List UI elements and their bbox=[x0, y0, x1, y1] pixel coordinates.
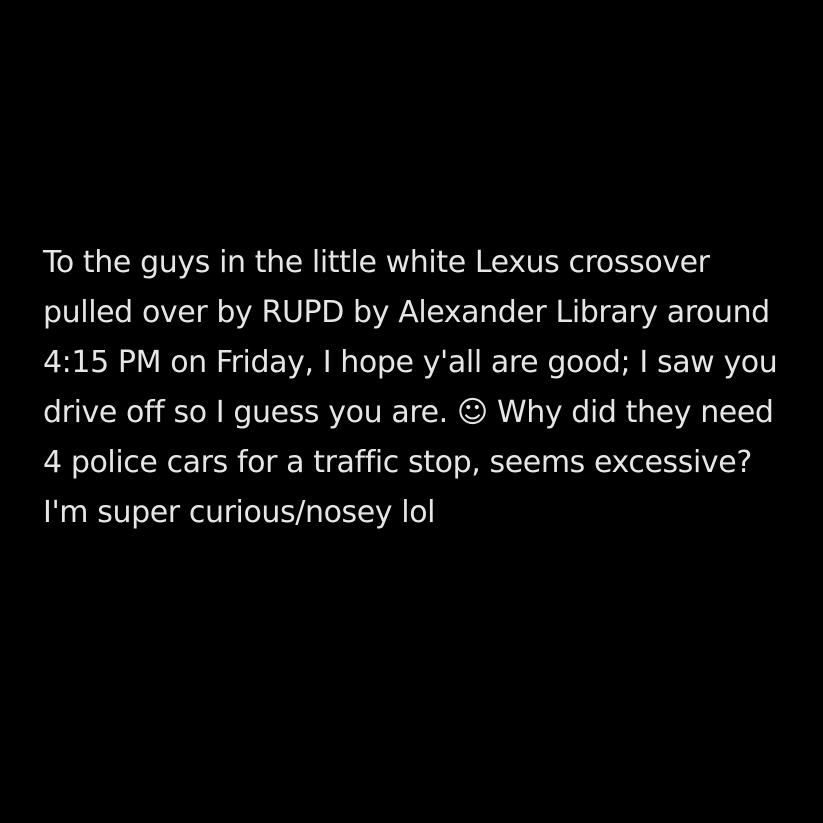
post-canvas: To the guys in the little white Lexus cr… bbox=[0, 0, 823, 823]
post-text: To the guys in the little white Lexus cr… bbox=[43, 245, 778, 530]
